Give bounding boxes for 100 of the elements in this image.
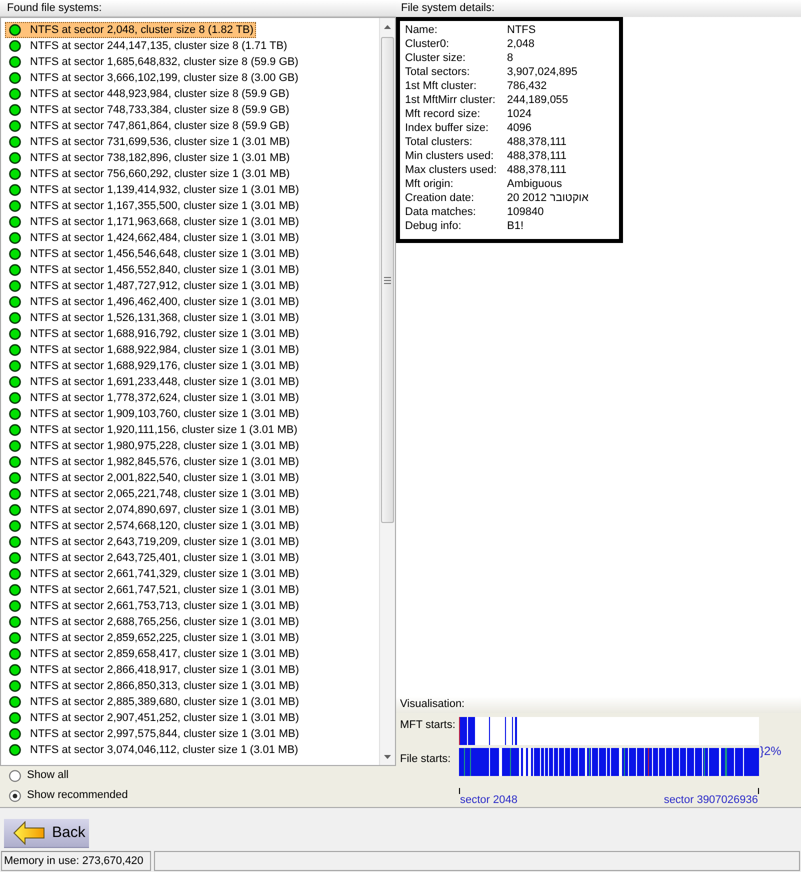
file-system-item[interactable]: NTFS at sector 1,456,552,840, cluster size 1 (3.01 MB) xyxy=(5,262,302,278)
mft-start-mark xyxy=(505,717,506,745)
panel-header: File system details: xyxy=(396,0,801,17)
file-system-item[interactable]: NTFS at sector 1,496,462,400, cluster size 1 (3.01 MB) xyxy=(5,294,302,310)
status-dot-icon xyxy=(9,600,21,612)
file-system-item[interactable]: NTFS at sector 2,907,451,252, cluster size 1 (3.01 MB) xyxy=(5,710,302,726)
file-system-item[interactable]: NTFS at sector 2,065,221,748, cluster size 1 (3.01 MB) xyxy=(5,486,302,502)
radio-option[interactable]: Show all xyxy=(9,768,69,782)
file-system-item[interactable]: NTFS at sector 1,456,546,648, cluster size 1 (3.01 MB) xyxy=(5,246,302,262)
status-dot-icon xyxy=(9,88,21,100)
status-dot-icon xyxy=(9,136,21,148)
file-system-item[interactable]: NTFS at sector 1,171,963,668, cluster size 1 (3.01 MB) xyxy=(5,214,302,230)
mft-start-mark xyxy=(512,717,513,745)
file-system-item[interactable]: NTFS at sector 2,001,822,540, cluster size 1 (3.01 MB) xyxy=(5,470,302,486)
mft-start-mark xyxy=(515,717,517,745)
file-system-item[interactable]: NTFS at sector 2,661,741,329, cluster size 1 (3.01 MB) xyxy=(5,566,302,582)
file-system-item[interactable]: NTFS at sector 2,643,725,401, cluster size 1 (3.01 MB) xyxy=(5,550,302,566)
field-value: B1! xyxy=(507,218,524,234)
down-arrow-icon xyxy=(384,754,391,758)
file-start-mark xyxy=(526,748,528,776)
status-dot-icon xyxy=(9,616,21,628)
file-system-item[interactable]: NTFS at sector 2,574,668,120, cluster size 1 (3.01 MB) xyxy=(5,518,302,534)
field-label: Name: xyxy=(405,22,438,38)
file-system-item[interactable]: NTFS at sector 3,666,102,199, cluster size 8 (3.00 GB) xyxy=(5,70,300,86)
file-system-item[interactable]: NTFS at sector 1,982,845,576, cluster size 1 (3.01 MB) xyxy=(5,454,302,470)
status-dot-icon xyxy=(9,264,21,276)
status-dot-icon xyxy=(9,472,21,484)
file-system-item[interactable]: NTFS at sector 1,691,233,448, cluster size 1 (3.01 MB) xyxy=(5,374,302,390)
status-dot-icon xyxy=(9,440,21,452)
radio-option[interactable]: Show recommended xyxy=(9,788,128,802)
field-value: 488,378,111 xyxy=(507,134,567,150)
field-value: 4096 xyxy=(507,120,532,136)
field-value: 2,048 xyxy=(507,36,535,52)
status-dot-icon xyxy=(9,632,21,644)
grip-icon xyxy=(384,276,391,284)
mft-start-mark xyxy=(489,717,490,745)
field-label: Creation date: xyxy=(405,190,476,206)
left-arrow-icon xyxy=(13,821,45,845)
status-dot-icon xyxy=(9,648,21,660)
file-system-item[interactable]: NTFS at sector 1,167,355,500, cluster size 1 (3.01 MB) xyxy=(5,198,302,214)
file-system-item[interactable]: NTFS at sector 1,424,662,484, cluster size 1 (3.01 MB) xyxy=(5,230,302,246)
file-system-item[interactable]: NTFS at sector 2,661,753,713, cluster size 1 (3.01 MB) xyxy=(5,598,302,614)
file-system-item[interactable]: NTFS at sector 747,861,864, cluster size 8 (59.9 GB) xyxy=(5,118,292,134)
axis-tick xyxy=(459,788,460,794)
file-system-item[interactable]: NTFS at sector 1,526,131,368, cluster size 1 (3.01 MB) xyxy=(5,310,302,326)
file-system-item[interactable]: NTFS at sector 2,866,850,313, cluster size 1 (3.01 MB) xyxy=(5,678,302,694)
status-dot-icon xyxy=(9,392,21,404)
file-system-item[interactable]: NTFS at sector 2,885,389,680, cluster size 1 (3.01 MB) xyxy=(5,694,302,710)
file-system-item[interactable]: NTFS at sector 448,923,984, cluster size 8 (59.9 GB) xyxy=(5,86,292,102)
field-label: 1st Mft cluster: xyxy=(405,78,478,94)
file-system-item[interactable]: NTFS at sector 2,074,890,697, cluster size 1 (3.01 MB) xyxy=(5,502,302,518)
file-system-item[interactable]: NTFS at sector 1,778,372,624, cluster size 1 (3.01 MB) xyxy=(5,390,302,406)
field-value: 3,907,024,895 xyxy=(507,64,578,80)
scrollbar-track[interactable] xyxy=(379,18,395,765)
file-system-item[interactable]: NTFS at sector 1,688,916,792, cluster size 1 (3.01 MB) xyxy=(5,326,302,342)
file-system-item[interactable]: NTFS at sector 2,643,719,209, cluster size 1 (3.01 MB) xyxy=(5,534,302,550)
back-button[interactable]: Back xyxy=(4,819,89,848)
file-system-item[interactable]: NTFS at sector 1,920,111,156, cluster size 1 (3.01 MB) xyxy=(5,422,300,438)
field-value: NTFS xyxy=(507,22,536,38)
scrollbar-thumb[interactable] xyxy=(381,37,394,523)
file-system-item[interactable]: NTFS at sector 2,859,658,417, cluster size 1 (3.01 MB) xyxy=(5,646,302,662)
file-system-item[interactable]: NTFS at sector 2,688,765,256, cluster size 1 (3.01 MB) xyxy=(5,614,302,630)
field-value: 786,432 xyxy=(507,78,547,94)
status-dot-icon xyxy=(9,680,21,692)
file-system-item[interactable]: NTFS at sector 1,688,929,176, cluster size 1 (3.01 MB) xyxy=(5,358,302,374)
status-dot-icon xyxy=(9,552,21,564)
file-system-item[interactable]: NTFS at sector 1,688,922,984, cluster size 1 (3.01 MB) xyxy=(5,342,302,358)
status-dot-icon xyxy=(9,744,21,756)
status-dot-icon xyxy=(9,568,21,580)
memory-status: Memory in use: 273,670,420 xyxy=(1,851,151,871)
status-dot-icon xyxy=(9,456,21,468)
axis-label: sector 3907026936 xyxy=(664,794,758,807)
file-system-item[interactable]: NTFS at sector 2,048, cluster size 8 (1.82 TB) xyxy=(5,22,256,38)
status-dot-icon xyxy=(9,312,21,324)
file-system-item[interactable]: NTFS at sector 2,859,652,225, cluster size 1 (3.01 MB) xyxy=(5,630,302,646)
file-system-item[interactable]: NTFS at sector 2,997,575,844, cluster size 1 (3.01 MB) xyxy=(5,726,302,742)
file-system-item[interactable]: NTFS at sector 1,487,727,912, cluster size 1 (3.01 MB) xyxy=(5,278,302,294)
file-system-item[interactable]: NTFS at sector 1,980,975,228, cluster size 1 (3.01 MB) xyxy=(5,438,302,454)
status-dot-icon xyxy=(9,280,21,292)
status-dot-icon xyxy=(9,120,21,132)
field-label: Total sectors: xyxy=(405,64,471,80)
field-label: Debug info: xyxy=(405,218,462,234)
field-label: Index buffer size: xyxy=(405,120,490,136)
status-dot-icon xyxy=(9,728,21,740)
file-system-item[interactable]: NTFS at sector 2,866,418,917, cluster size 1 (3.01 MB) xyxy=(5,662,302,678)
file-system-item[interactable]: NTFS at sector 3,074,046,112, cluster size 1 (3.01 MB) xyxy=(5,742,300,758)
status-dot-icon xyxy=(9,504,21,516)
file-system-item[interactable]: NTFS at sector 244,147,135, cluster size 8 (1.71 TB) xyxy=(5,38,290,54)
panel-header: Found file systems: xyxy=(0,0,396,17)
file-system-item[interactable]: NTFS at sector 748,733,384, cluster size 8 (59.9 GB) xyxy=(5,102,292,118)
file-system-item[interactable]: NTFS at sector 2,661,747,521, cluster size 1 (3.01 MB) xyxy=(5,582,302,598)
file-system-item[interactable]: NTFS at sector 1,909,103,760, cluster size 1 (3.01 MB) xyxy=(5,406,302,422)
file-system-item[interactable]: NTFS at sector 1,139,414,932, cluster size 1 (3.01 MB) xyxy=(5,182,302,198)
file-system-item[interactable]: NTFS at sector 1,685,648,832, cluster size 8 (59.9 GB) xyxy=(5,54,300,70)
file-system-item[interactable]: NTFS at sector 738,182,896, cluster size 1 (3.01 MB) xyxy=(5,150,292,166)
field-label: Cluster0: xyxy=(405,36,450,52)
field-label: Max clusters used: xyxy=(405,162,498,178)
file-system-item[interactable]: NTFS at sector 756,660,292, cluster size 1 (3.01 MB) xyxy=(5,166,292,182)
file-system-item[interactable]: NTFS at sector 731,699,536, cluster size 1 (3.01 MB) xyxy=(5,134,292,150)
field-value: 488,378,111 xyxy=(507,148,567,164)
